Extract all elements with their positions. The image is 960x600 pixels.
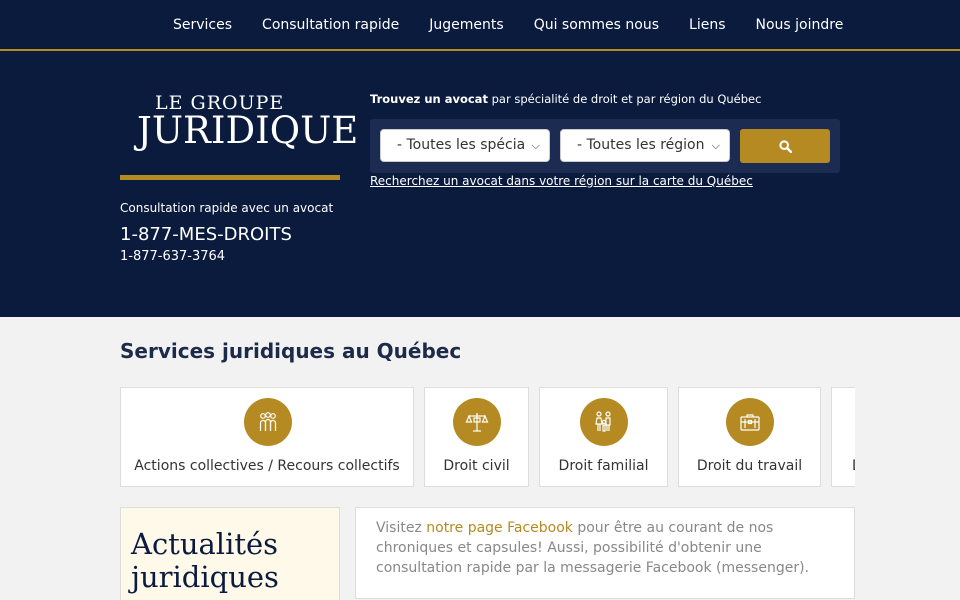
specialty-select-value: - Toutes les spécia xyxy=(397,137,526,153)
service-card-actions-collectives[interactable]: Actions collectives / Recours collectifs xyxy=(120,387,414,487)
nav-list: Services Consultation rapide Jugements Q… xyxy=(158,0,858,49)
chevron-down-icon: ⌵ xyxy=(531,139,540,152)
finder-title-rest: par spécialité de droit et par région du… xyxy=(487,92,762,106)
phone-numeric-number[interactable]: 1-877-637-3764 xyxy=(120,249,225,264)
phone-vanity-number[interactable]: 1-877-MES-DROITS xyxy=(120,224,292,245)
service-card-droit-civil[interactable]: Droit civil xyxy=(424,387,529,487)
nav-item-nous-joindre[interactable]: Nous joindre xyxy=(741,17,859,33)
facebook-text-pre: Visitez xyxy=(376,520,427,536)
scales-icon xyxy=(453,398,501,446)
nav-item-jugements[interactable]: Jugements xyxy=(414,17,518,33)
group-icon xyxy=(244,398,292,446)
service-card-droit-familial[interactable]: Droit familial xyxy=(539,387,668,487)
service-card-partial[interactable]: D xyxy=(831,387,855,487)
service-card-label: Droit civil xyxy=(443,458,510,474)
chevron-down-icon: ⌵ xyxy=(711,139,720,152)
lawyer-finder-title: Trouvez un avocat par spécialité de droi… xyxy=(370,92,761,106)
search-icon xyxy=(779,140,792,153)
hero-banner: LE GROUPE JURIDIQUE Consultation rapide … xyxy=(0,51,960,317)
service-card-label: Actions collectives / Recours collectifs xyxy=(134,458,400,474)
lawyer-search-form: - Toutes les spécia ⌵ - Toutes les régio… xyxy=(370,119,840,173)
briefcase-icon xyxy=(726,398,774,446)
map-search-link[interactable]: Recherchez un avocat dans votre région s… xyxy=(370,174,753,188)
family-icon xyxy=(580,398,628,446)
nav-item-liens[interactable]: Liens xyxy=(674,17,740,33)
nav-item-qui-sommes-nous[interactable]: Qui sommes nous xyxy=(519,17,674,33)
top-navigation: Services Consultation rapide Jugements Q… xyxy=(0,0,960,51)
region-select[interactable]: - Toutes les région ⌵ xyxy=(560,129,730,162)
facebook-page-link[interactable]: notre page Facebook xyxy=(426,520,573,536)
service-card-label: Droit du travail xyxy=(696,458,803,474)
news-title: Actualités juridiques xyxy=(131,527,279,594)
site-logo[interactable]: LE GROUPE JURIDIQUE xyxy=(137,93,358,157)
facebook-notice: Visitez notre page Facebook pour être au… xyxy=(355,507,855,599)
services-section-title: Services juridiques au Québec xyxy=(120,339,462,363)
logo-line-2: JURIDIQUE xyxy=(137,109,359,152)
service-card-droit-du-travail[interactable]: Droit du travail xyxy=(678,387,821,487)
region-select-value: - Toutes les région xyxy=(577,137,705,153)
nav-item-services[interactable]: Services xyxy=(158,17,247,33)
consultation-label: Consultation rapide avec un avocat xyxy=(120,201,334,215)
logo-divider xyxy=(120,175,340,180)
service-cards: Actions collectives / Recours collectifs… xyxy=(120,387,855,487)
search-button[interactable] xyxy=(740,129,830,163)
facebook-notice-text: Visitez notre page Facebook pour être au… xyxy=(376,518,816,578)
nav-item-consultation-rapide[interactable]: Consultation rapide xyxy=(247,17,414,33)
service-card-label: D xyxy=(852,458,855,474)
news-box[interactable]: Actualités juridiques xyxy=(120,507,340,600)
specialty-select[interactable]: - Toutes les spécia ⌵ xyxy=(380,129,550,162)
finder-title-bold: Trouvez un avocat xyxy=(370,92,488,106)
service-card-label: Droit familial xyxy=(558,458,649,474)
